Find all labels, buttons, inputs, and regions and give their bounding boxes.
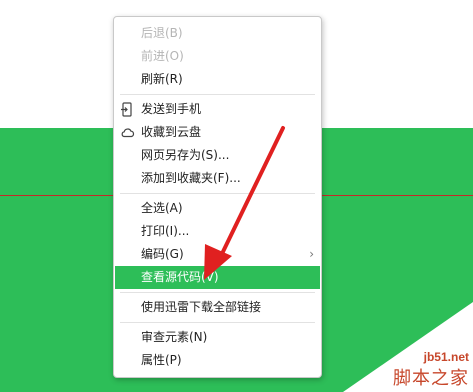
menu-separator bbox=[120, 193, 315, 194]
menu-item-label: 编码(G) bbox=[141, 247, 184, 261]
menu-item-send-to-phone[interactable]: 发送到手机 bbox=[114, 98, 321, 121]
watermark: jb51.net 脚本之家 bbox=[393, 350, 469, 390]
menu-item-add-to-favorites[interactable]: 添加到收藏夹(F)... bbox=[114, 167, 321, 190]
menu-item-label: 查看源代码(V) bbox=[141, 270, 219, 284]
menu-item-print[interactable]: 打印(I)... bbox=[114, 220, 321, 243]
menu-item-forward[interactable]: 前进(O) bbox=[114, 45, 321, 68]
menu-item-view-source[interactable]: 查看源代码(V) bbox=[115, 266, 320, 289]
menu-item-select-all[interactable]: 全选(A) bbox=[114, 197, 321, 220]
menu-item-label: 前进(O) bbox=[141, 49, 184, 63]
menu-item-inspect-element[interactable]: 审查元素(N) bbox=[114, 326, 321, 349]
menu-item-thunder-download-all[interactable]: 使用迅雷下载全部链接 bbox=[114, 296, 321, 319]
menu-item-label: 添加到收藏夹(F)... bbox=[141, 171, 241, 185]
menu-item-save-page-as[interactable]: 网页另存为(S)... bbox=[114, 144, 321, 167]
watermark-name: 脚本之家 bbox=[393, 368, 469, 389]
menu-item-label: 刷新(R) bbox=[141, 72, 183, 86]
menu-item-refresh[interactable]: 刷新(R) bbox=[114, 68, 321, 91]
menu-item-label: 属性(P) bbox=[141, 353, 182, 367]
menu-item-label: 打印(I)... bbox=[141, 224, 190, 238]
chevron-right-icon: › bbox=[309, 247, 314, 261]
menu-item-label: 使用迅雷下载全部链接 bbox=[141, 300, 262, 314]
menu-separator bbox=[120, 94, 315, 95]
menu-item-label: 网页另存为(S)... bbox=[141, 148, 230, 162]
send-to-phone-icon bbox=[121, 102, 132, 117]
menu-item-back[interactable]: 后退(B) bbox=[114, 22, 321, 45]
context-menu: 后退(B) 前进(O) 刷新(R) 发送到手机 收藏到云盘 网页另存为(S)..… bbox=[113, 16, 322, 378]
menu-item-encoding[interactable]: 编码(G) › bbox=[114, 243, 321, 266]
menu-item-label: 审查元素(N) bbox=[141, 330, 208, 344]
cloud-icon bbox=[121, 128, 135, 138]
menu-separator bbox=[120, 322, 315, 323]
menu-separator bbox=[120, 292, 315, 293]
menu-item-label: 发送到手机 bbox=[141, 102, 202, 116]
menu-item-properties[interactable]: 属性(P) bbox=[114, 349, 321, 372]
menu-item-label: 全选(A) bbox=[141, 201, 183, 215]
menu-item-label: 收藏到云盘 bbox=[141, 125, 202, 139]
watermark-url: jb51.net bbox=[423, 350, 469, 364]
menu-item-save-to-cloud[interactable]: 收藏到云盘 bbox=[114, 121, 321, 144]
menu-item-label: 后退(B) bbox=[141, 26, 183, 40]
